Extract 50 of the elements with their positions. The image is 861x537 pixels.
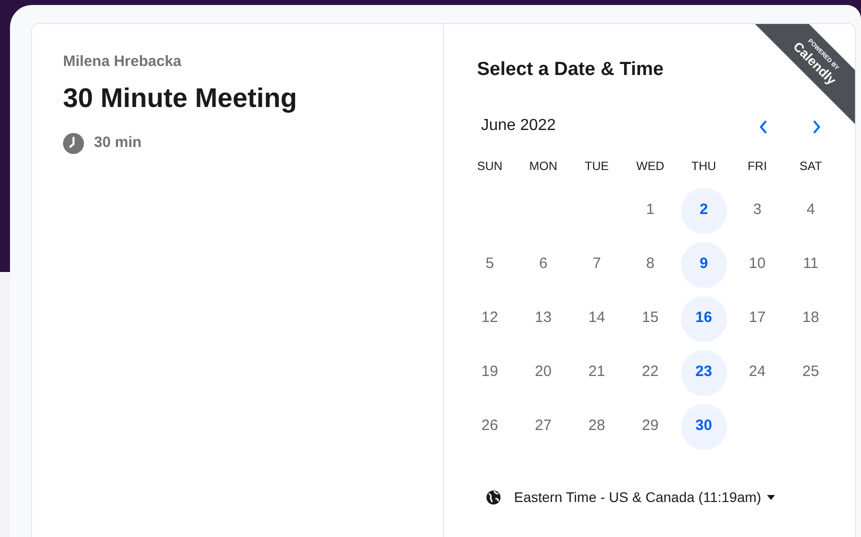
event-title: 30 Minute Meeting	[63, 82, 298, 115]
date-label: 12	[481, 308, 498, 328]
date-label: 18	[802, 308, 820, 328]
weekday-label: MON	[529, 158, 558, 174]
date-label: 26	[481, 416, 498, 436]
weekday-label: TUE	[584, 158, 609, 174]
date-label: 8	[646, 254, 654, 274]
weekday-label: FRI	[748, 158, 767, 174]
date-label: 14	[588, 308, 606, 328]
date-label: 29	[642, 416, 659, 436]
chevron-left-icon	[759, 120, 768, 134]
weekday-label: THU	[691, 158, 716, 174]
available-date[interactable]: 30	[680, 404, 727, 450]
next-month-button[interactable]	[812, 120, 821, 134]
date-label: 1	[646, 200, 654, 220]
date-label: 25	[802, 362, 820, 382]
month-label: June 2022	[481, 116, 557, 136]
available-date[interactable]: 16	[680, 296, 727, 342]
weekday-label: WED	[636, 158, 664, 174]
clock-icon	[63, 132, 84, 154]
previous-month-button[interactable]	[759, 120, 768, 134]
date-label: 10	[748, 254, 766, 274]
date-label: 27	[534, 416, 552, 436]
date-label: 20	[534, 362, 552, 382]
caret-icon	[767, 494, 776, 500]
date-label: 15	[642, 308, 659, 328]
available-date[interactable]: 23	[680, 350, 727, 396]
date-label: 17	[748, 308, 766, 328]
date-label: 24	[748, 362, 766, 382]
date-label: 13	[534, 308, 552, 328]
globe-icon	[486, 490, 501, 504]
date-label: 6	[539, 254, 548, 274]
duration: 30 min	[94, 133, 142, 153]
date-label: 22	[642, 362, 659, 382]
date-label: 28	[588, 416, 606, 436]
date-label: 5	[486, 254, 494, 274]
host-name: Milena Hrebacka	[63, 52, 182, 72]
weekday-label: SAT	[800, 158, 822, 174]
date-label: 3	[753, 200, 762, 220]
section-heading: Select a Date & Time	[477, 58, 664, 82]
date-label: 4	[806, 200, 815, 220]
chevron-right-icon	[812, 120, 821, 134]
date-label: 21	[588, 362, 606, 382]
available-date[interactable]: 9	[680, 242, 727, 288]
available-date[interactable]: 2	[680, 188, 727, 234]
date-label: 7	[592, 254, 601, 274]
timezone-selector[interactable]: Eastern Time - US & Canada (11:19am)	[514, 486, 776, 508]
date-label: 11	[802, 254, 819, 274]
weekday-label: SUN	[477, 158, 502, 174]
date-label: 19	[481, 362, 498, 382]
